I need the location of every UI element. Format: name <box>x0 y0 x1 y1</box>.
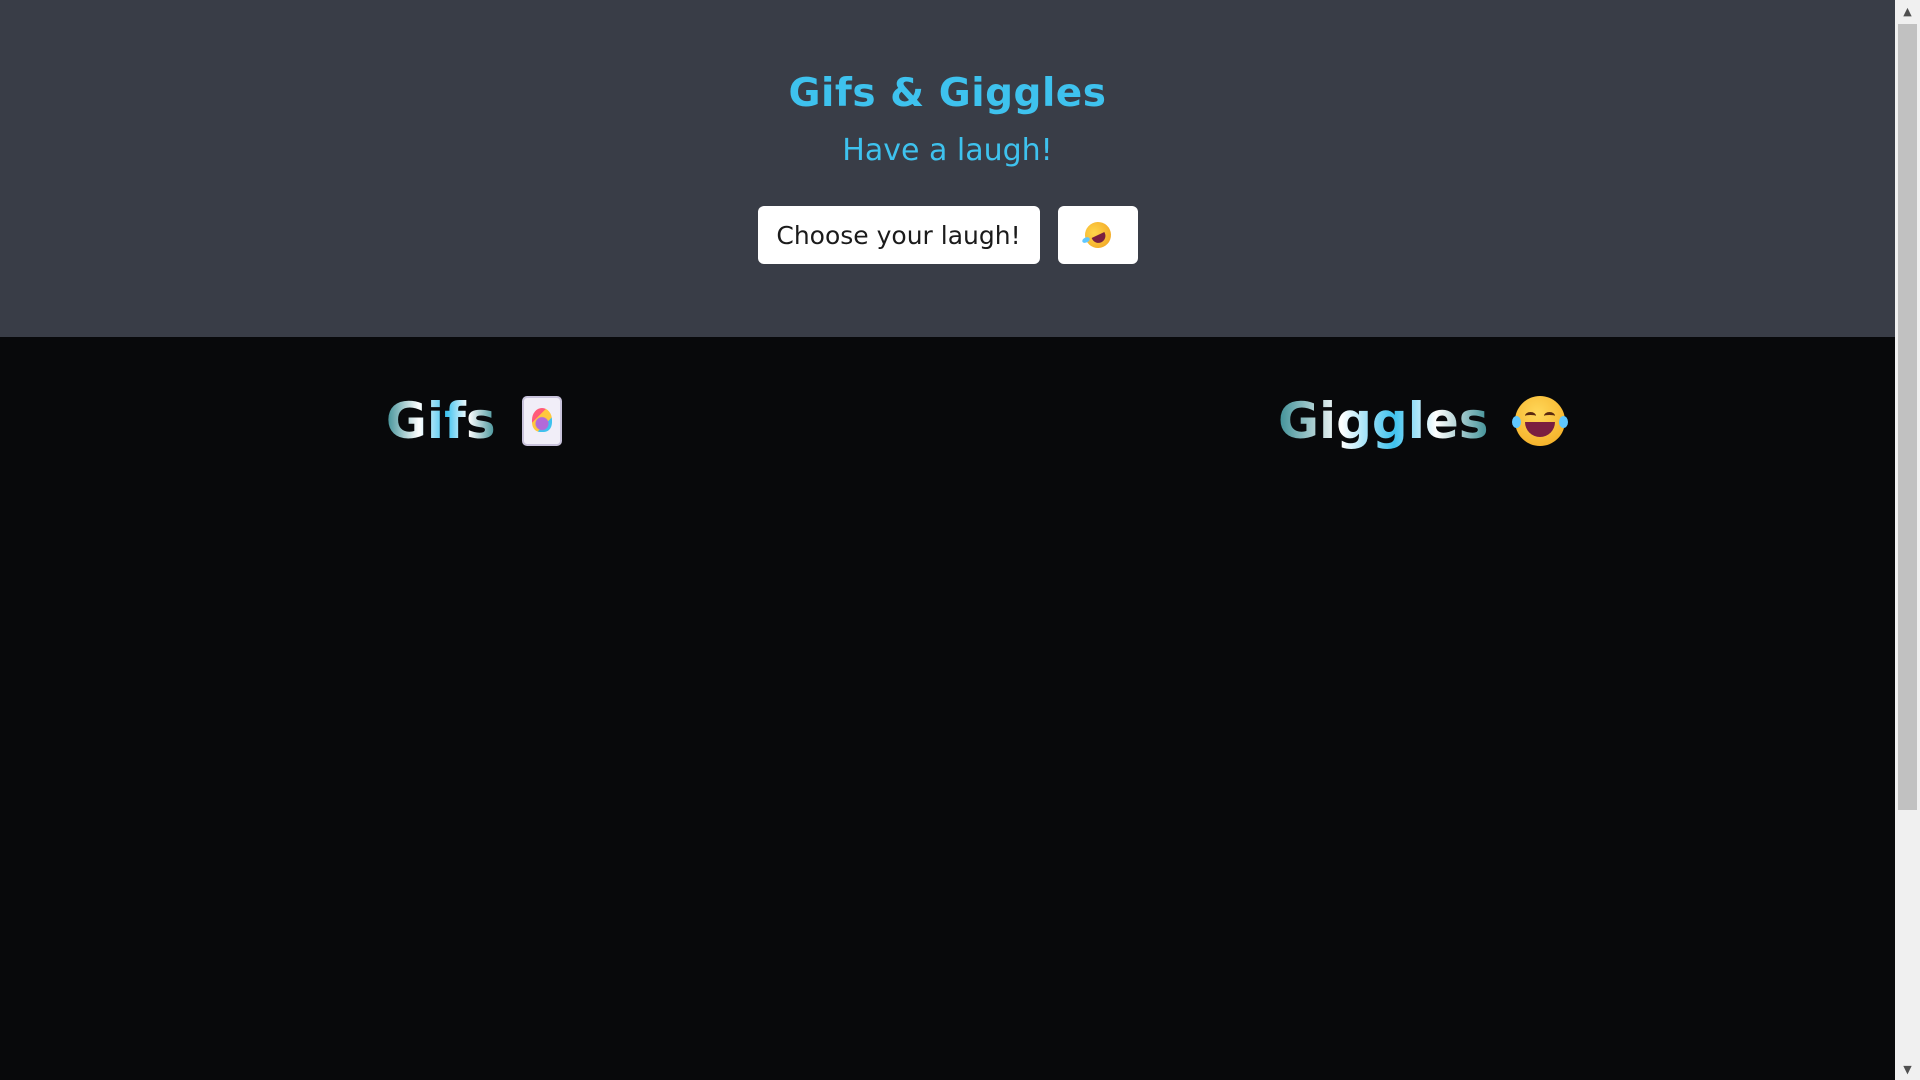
random-laugh-button[interactable] <box>1057 206 1138 264</box>
content-columns: Gifs Giggles <box>0 337 1895 453</box>
choose-laugh-button[interactable]: Choose your laugh! <box>757 206 1040 264</box>
rolling-on-floor-laughing-icon <box>1080 217 1115 253</box>
header-actions: Choose your laugh! <box>757 206 1138 264</box>
gifs-heading: Gifs <box>386 389 562 453</box>
scrollbar-thumb[interactable] <box>1898 24 1917 810</box>
giggles-heading: Giggles <box>1278 389 1568 453</box>
giggles-section: Giggles <box>948 337 1896 453</box>
scroll-up-arrow-icon[interactable]: ▲ <box>1895 0 1920 22</box>
face-with-tears-of-joy-icon <box>1511 396 1568 446</box>
giggles-title: Giggles <box>1278 389 1489 453</box>
site-subtitle: Have a laugh! <box>842 133 1053 168</box>
site-header: Gifs & Giggles Have a laugh! Choose your… <box>0 0 1895 337</box>
page: Gifs & Giggles Have a laugh! Choose your… <box>0 0 1895 1080</box>
gifs-section: Gifs <box>0 337 948 453</box>
scroll-down-arrow-icon[interactable]: ▼ <box>1895 1058 1920 1080</box>
vertical-scrollbar[interactable]: ▲ ▼ <box>1895 0 1920 1080</box>
gifs-title: Gifs <box>386 389 496 453</box>
joker-card-icon <box>521 396 562 446</box>
site-title: Gifs & Giggles <box>788 71 1107 116</box>
